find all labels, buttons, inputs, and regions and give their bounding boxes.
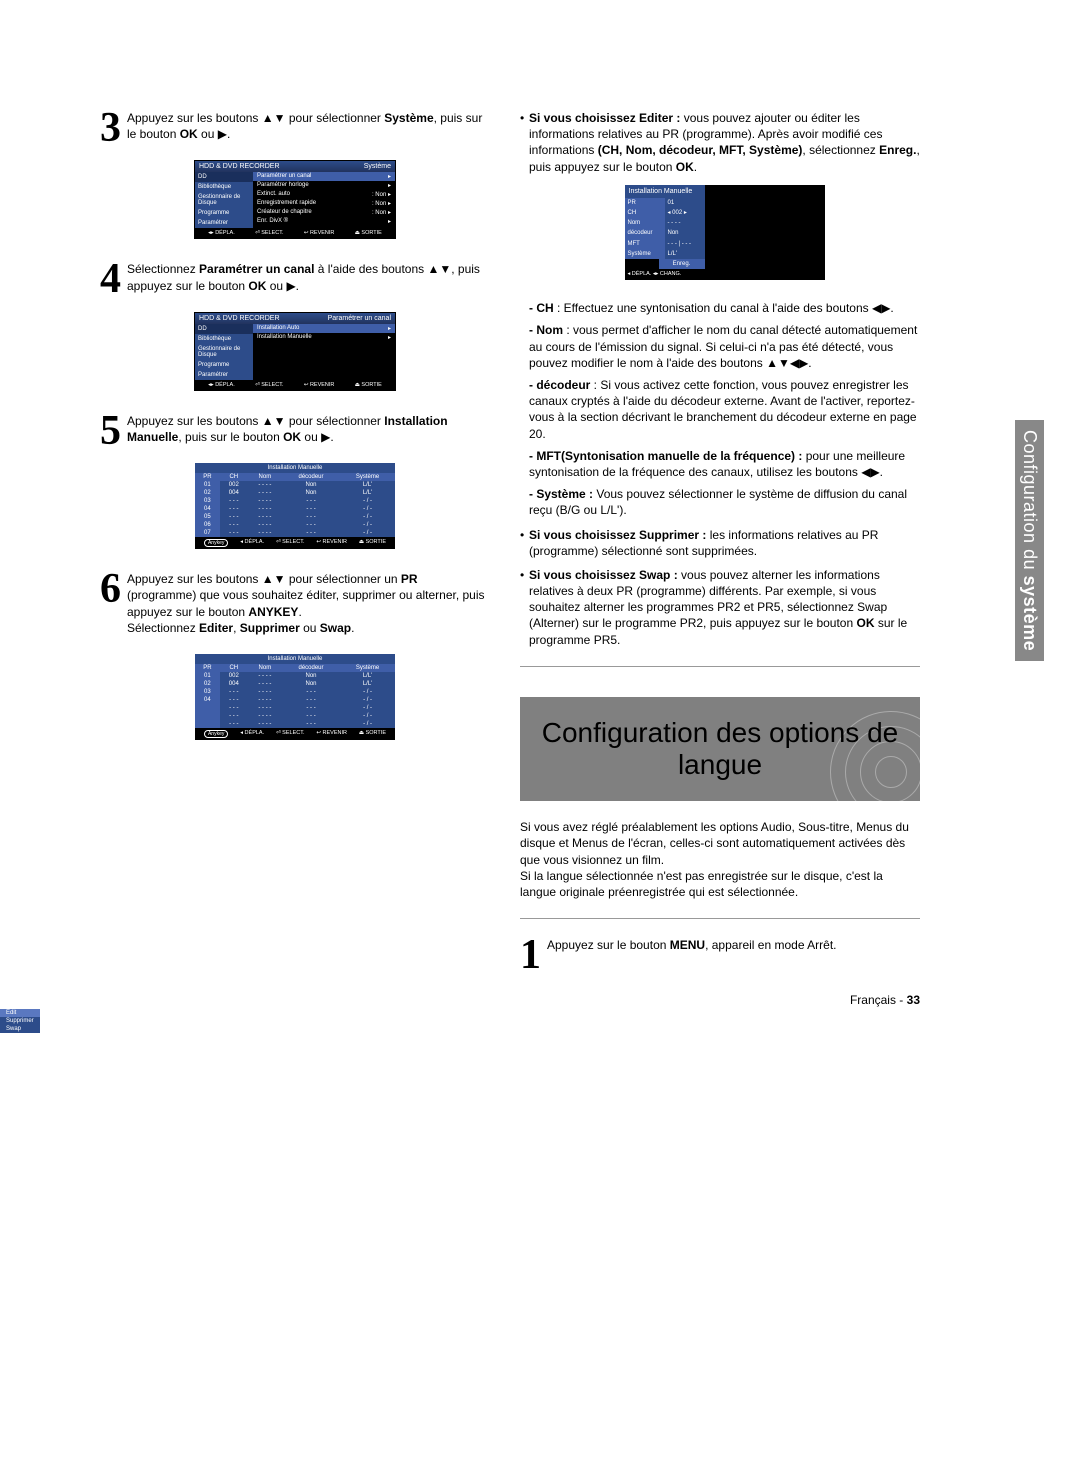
- right-icon: ▶: [321, 430, 330, 444]
- up-down-icon: ▲▼: [262, 111, 286, 125]
- enreg-button: Enreg.: [659, 259, 705, 269]
- osd-installation-manuelle-table: Installation Manuelle PR CH Nom décodeur…: [195, 463, 395, 549]
- up-down-icon: ▲▼: [262, 572, 286, 586]
- up-down-icon: ▲▼: [262, 414, 286, 428]
- def-mft: - MFT(Syntonisation manuelle de la fréqu…: [529, 448, 920, 480]
- bullet-supprimer: Si vous choisissez Supprimer : les infor…: [520, 527, 920, 559]
- step-number-6: 6: [100, 571, 121, 607]
- step-5: 5 Appuyez sur les boutons ▲▼ pour sélect…: [100, 413, 490, 445]
- separator: [520, 666, 920, 667]
- lang-step-1-text: Appuyez sur le bouton MENU, appareil en …: [547, 937, 920, 953]
- step-number-3: 3: [100, 110, 121, 146]
- step-number-1: 1: [520, 937, 541, 973]
- step-3: 3 Appuyez sur les boutons ▲▼ pour sélect…: [100, 110, 490, 142]
- osd-edit-form: Installation Manuelle PR01 CH◂ 002 ▸ Nom…: [625, 185, 825, 281]
- step-5-text: Appuyez sur les boutons ▲▼ pour sélectio…: [127, 413, 490, 445]
- step-4: 4 Sélectionnez Paramétrer un canal à l'a…: [100, 261, 490, 293]
- chapter-tab: Configuration du système: [1015, 420, 1044, 661]
- osd-parametrer-canal: HDD & DVD RECORDERParamétrer un canal DD…: [194, 312, 396, 391]
- step-6-text: Appuyez sur les boutons ▲▼ pour sélectio…: [127, 571, 490, 636]
- context-menu: Edit Supprimer Swap: [0, 1009, 40, 1033]
- section-heading-langue: Configuration des options de langue: [520, 697, 920, 801]
- def-decodeur: - décodeur : Si vous activez cette fonct…: [529, 377, 920, 442]
- chapter-tab-line1: Configuration du: [1020, 430, 1040, 570]
- def-nom: - Nom : vous permet d'afficher le nom du…: [529, 322, 920, 371]
- page-footer: Français - 33: [520, 993, 920, 1007]
- lang-intro-text: Si vous avez réglé préalablement les opt…: [520, 819, 920, 900]
- def-ch: - CH : Effectuez une syntonisation du ca…: [529, 300, 920, 316]
- anykey-icon: Anykey: [204, 730, 228, 738]
- up-down-icon: ▲▼: [427, 262, 451, 276]
- def-systeme: - Système : Vous pouvez sélectionner le …: [529, 486, 920, 518]
- separator: [520, 918, 920, 919]
- step-number-5: 5: [100, 413, 121, 449]
- step-6: 6 Appuyez sur les boutons ▲▼ pour sélect…: [100, 571, 490, 636]
- anykey-icon: Anykey: [204, 539, 228, 547]
- right-icon: ▶: [286, 279, 295, 293]
- step-4-text: Sélectionnez Paramétrer un canal à l'aid…: [127, 261, 490, 293]
- lang-step-1: 1 Appuyez sur le bouton MENU, appareil e…: [520, 937, 920, 953]
- bullet-editer: Si vous choisissez Editer : vous pouvez …: [520, 110, 920, 519]
- bullet-swap: Si vous choisissez Swap : vous pouvez al…: [520, 567, 920, 648]
- right-icon: ▶: [218, 127, 227, 141]
- osd-systeme: HDD & DVD RECORDERSystème DD Bibliothèqu…: [194, 160, 396, 239]
- osd-installation-manuelle-context: Installation Manuelle PRCHNomdécodeurSys…: [195, 654, 395, 740]
- step-number-4: 4: [100, 261, 121, 297]
- heading-text: Configuration des options de langue: [530, 717, 910, 781]
- step-3-text: Appuyez sur les boutons ▲▼ pour sélectio…: [127, 110, 490, 142]
- chapter-tab-line2: système: [1020, 576, 1040, 652]
